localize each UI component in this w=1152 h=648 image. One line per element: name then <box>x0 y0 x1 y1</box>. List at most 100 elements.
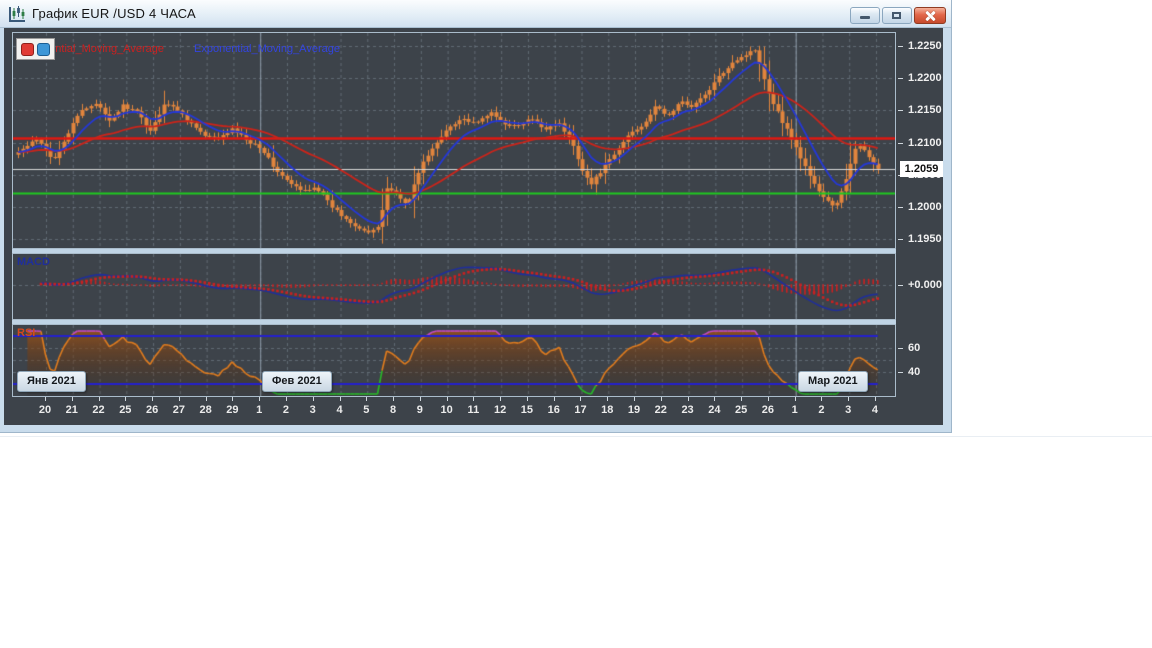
price-tick-label: 1.2150 <box>908 104 942 117</box>
time-tick-mark <box>420 397 421 401</box>
time-tick-mark <box>607 397 608 401</box>
rsi-tick-mark <box>898 348 903 349</box>
price-tick-mark <box>898 239 903 240</box>
time-tick-label: 1 <box>791 404 798 416</box>
time-tick-label: 22 <box>92 404 105 416</box>
time-tick-label: 3 <box>309 404 316 416</box>
price-axis[interactable]: 1.2059 1.22501.22001.21501.21001.20501.2… <box>898 28 944 402</box>
rsi-tick-mark <box>898 372 903 373</box>
time-tick-label: 23 <box>681 404 694 416</box>
time-tick-label: 20 <box>38 404 52 416</box>
macd-label: MACD <box>17 256 50 268</box>
time-tick-mark <box>768 397 769 401</box>
time-tick-mark <box>875 397 876 401</box>
month-badge: Янв 2021 <box>17 371 86 392</box>
time-tick-mark <box>741 397 742 401</box>
time-tick-label: 3 <box>845 404 852 416</box>
macd-panel: MACD <box>12 253 896 320</box>
time-tick-label: 22 <box>654 404 667 416</box>
time-tick-mark <box>286 397 287 401</box>
time-tick-label: 19 <box>627 404 641 416</box>
time-tick-label: 4 <box>871 404 879 416</box>
time-tick-mark <box>688 397 689 401</box>
time-tick-label: 26 <box>145 404 159 416</box>
rsi-tick-label: 40 <box>908 366 921 378</box>
rsi-label: RSI <box>17 327 36 339</box>
time-tick-label: 8 <box>389 404 397 416</box>
close-icon <box>924 10 936 22</box>
price-tick-label: 1.2100 <box>908 136 942 149</box>
time-tick-mark <box>232 397 233 401</box>
time-tick-mark <box>313 397 314 401</box>
main-chart-canvas[interactable] <box>13 33 895 248</box>
minimize-icon <box>860 16 870 19</box>
time-tick-label: 21 <box>65 404 78 416</box>
minimize-button[interactable] <box>850 7 880 24</box>
time-tick-mark <box>714 397 715 401</box>
time-tick-mark <box>580 397 581 401</box>
rsi-panel: RSI Янв 2021 Фев 2021 Мар 2021 <box>12 324 896 397</box>
time-tick-mark <box>179 397 180 401</box>
time-axis[interactable]: 20 21 22 25 26 27 28 29 1 2 3 4 5 8 9 10 11 12 15 16 17 18 19 2… <box>12 397 896 422</box>
time-tick-label: 29 <box>226 404 239 416</box>
time-tick-label: 17 <box>574 404 587 416</box>
time-tick-mark <box>366 397 367 401</box>
chart-window: График EUR /USD 4 ЧАСА Exponential_Movin… <box>0 0 952 433</box>
month-badge: Фев 2021 <box>262 371 332 392</box>
price-tick-mark <box>898 143 903 144</box>
time-tick-mark <box>340 397 341 401</box>
time-tick-label: 12 <box>494 404 507 416</box>
time-tick-label: 15 <box>520 404 534 416</box>
time-tick-label: 26 <box>761 404 775 416</box>
chart-client-area: Exponential_Moving_Average Exponential_M… <box>4 28 943 425</box>
time-tick-mark <box>661 397 662 401</box>
time-tick-mark <box>72 397 73 401</box>
time-tick-label: 28 <box>199 404 212 416</box>
time-tick-mark <box>152 397 153 401</box>
ema-red-chip[interactable] <box>21 43 34 56</box>
macd-canvas[interactable] <box>13 254 895 319</box>
price-tick-mark <box>898 110 903 111</box>
time-tick-label: 2 <box>818 404 825 416</box>
price-tick-label: 1.2000 <box>908 200 942 213</box>
time-tick-label: 4 <box>336 404 343 416</box>
maximize-icon <box>892 12 901 19</box>
chart-icon <box>9 6 25 22</box>
price-tick-mark <box>898 207 903 208</box>
time-tick-label: 9 <box>416 404 423 416</box>
legend-ema-blue: Exponential_Moving_Average <box>194 43 340 55</box>
ema-blue-chip[interactable] <box>37 43 50 56</box>
time-tick-label: 1 <box>256 404 263 416</box>
time-tick-mark <box>634 397 635 401</box>
maximize-button[interactable] <box>882 7 912 24</box>
time-tick-label: 5 <box>363 404 370 416</box>
time-tick-mark <box>45 397 46 401</box>
time-tick-mark <box>821 397 822 401</box>
window-title: График EUR /USD 4 ЧАСА <box>32 6 196 21</box>
rsi-canvas[interactable] <box>13 325 895 396</box>
time-tick-mark <box>795 397 796 401</box>
time-tick-label: 11 <box>467 404 480 416</box>
time-tick-mark <box>125 397 126 401</box>
price-tick-mark <box>898 78 903 79</box>
time-tick-label: 24 <box>708 404 721 416</box>
time-tick-label: 25 <box>734 404 748 416</box>
desktop: График EUR /USD 4 ЧАСА Exponential_Movin… <box>0 0 1152 648</box>
time-tick-mark <box>473 397 474 401</box>
time-tick-label: 18 <box>601 404 614 416</box>
current-price-label: 1.2059 <box>900 161 943 177</box>
window-shadow <box>0 436 1152 437</box>
time-tick-mark <box>99 397 100 401</box>
time-tick-label: 16 <box>547 404 560 416</box>
price-tick-label: 1.2200 <box>908 72 942 85</box>
macd-axis-label: +0.000 <box>908 279 942 291</box>
close-button[interactable] <box>914 7 946 24</box>
price-tick-label: 1.2250 <box>908 40 942 52</box>
title-bar[interactable]: График EUR /USD 4 ЧАСА <box>0 0 951 28</box>
indicator-chip-box <box>16 38 55 60</box>
time-tick-mark <box>848 397 849 401</box>
time-tick-mark <box>500 397 501 401</box>
price-tick-mark <box>898 46 903 47</box>
time-tick-mark <box>447 397 448 401</box>
month-badge: Мар 2021 <box>798 371 868 392</box>
